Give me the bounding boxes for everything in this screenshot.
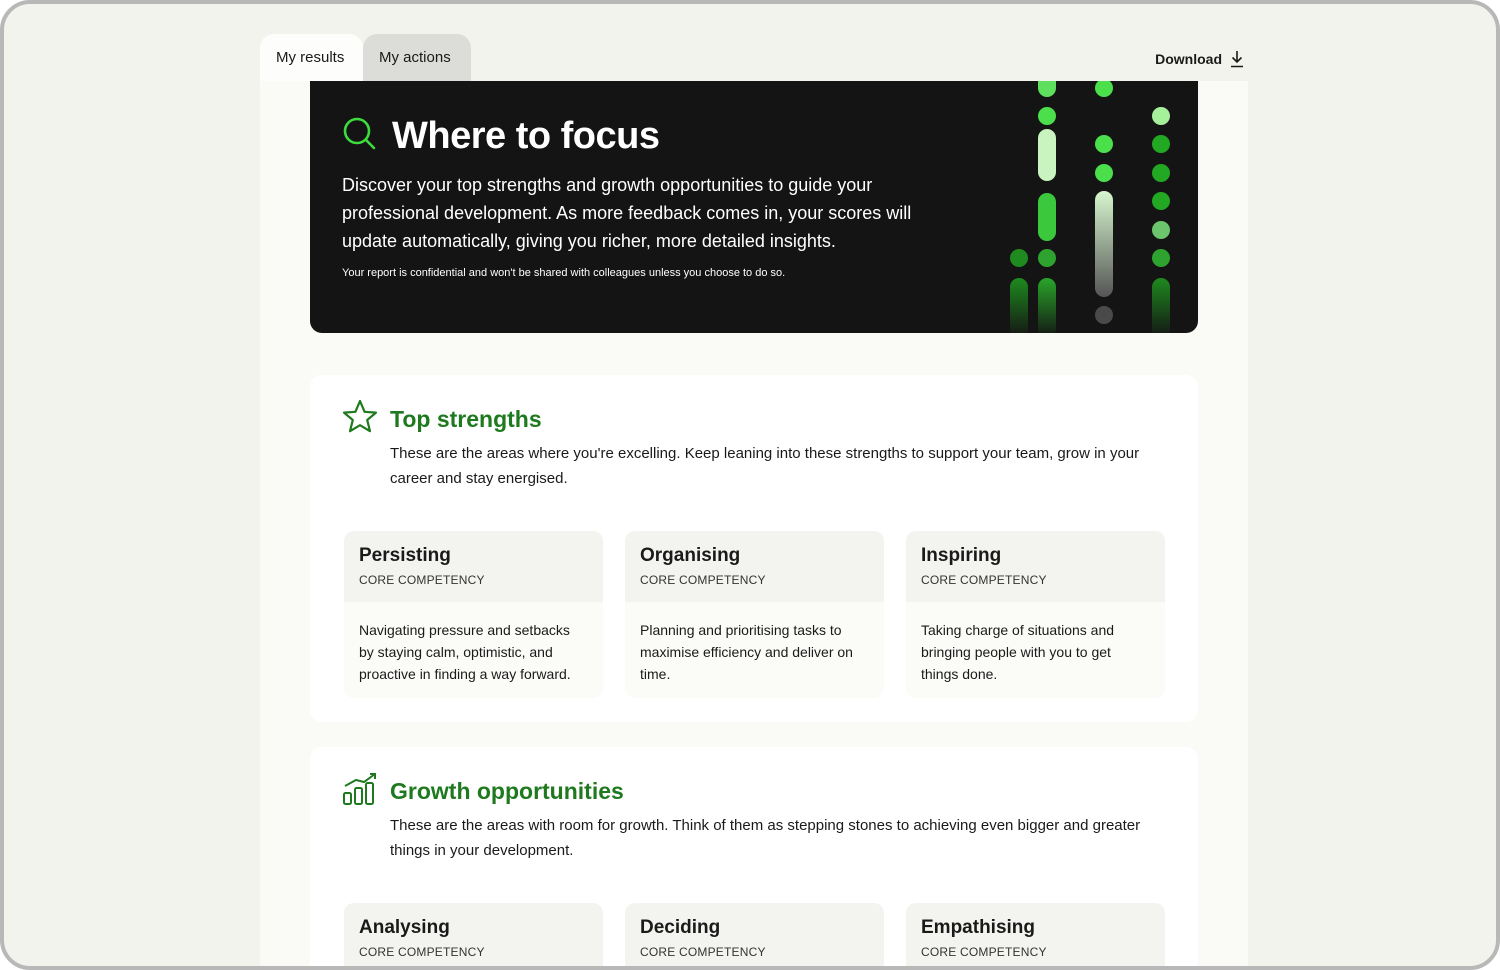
tab-my-results[interactable]: My results (260, 34, 363, 82)
card-subtitle: CORE COMPETENCY (640, 573, 766, 587)
hero-banner: Where to focus Discover your top strengt… (310, 81, 1198, 333)
growth-chart-icon (342, 771, 378, 812)
tab-bar: My results My actions Download (260, 34, 1248, 82)
download-button[interactable]: Download (1155, 48, 1244, 70)
growth-card-deciding[interactable]: Deciding CORE COMPETENCY (625, 903, 884, 966)
download-icon (1230, 50, 1244, 68)
growth-opportunities-section: Growth opportunities These are the areas… (310, 747, 1198, 966)
card-subtitle: CORE COMPETENCY (921, 945, 1047, 959)
search-icon (342, 116, 378, 157)
confidential-note: Your report is confidential and won't be… (342, 267, 786, 279)
card-body: Taking charge of situations and bringing… (921, 622, 1115, 682)
top-strengths-section: Top strengths These are the areas where … (310, 375, 1198, 722)
card-subtitle: CORE COMPETENCY (921, 573, 1047, 587)
star-icon (342, 399, 378, 440)
strength-cards: Persisting CORE COMPETENCY Navigating pr… (344, 531, 1165, 698)
card-title: Empathising (921, 917, 1036, 938)
growth-opportunities-title: Growth opportunities (390, 778, 624, 804)
card-header: Empathising CORE COMPETENCY (906, 903, 1165, 966)
top-strengths-description: These are the areas where you're excelli… (390, 445, 1140, 487)
card-body: Navigating pressure and setbacks by stay… (359, 622, 571, 682)
growth-cards: Analysing CORE COMPETENCY Deciding CORE … (344, 903, 1165, 966)
card-title: Inspiring (921, 545, 1002, 566)
card-header: Inspiring CORE COMPETENCY (906, 531, 1165, 602)
download-label: Download (1155, 51, 1222, 67)
strength-card-persisting[interactable]: Persisting CORE COMPETENCY Navigating pr… (344, 531, 603, 698)
card-header: Analysing CORE COMPETENCY (344, 903, 603, 966)
app-window: My results My actions Download Where to … (0, 0, 1500, 970)
decorative-dots-art (1010, 81, 1170, 333)
card-header: Persisting CORE COMPETENCY (344, 531, 603, 602)
growth-card-empathising[interactable]: Empathising CORE COMPETENCY (906, 903, 1165, 966)
card-subtitle: CORE COMPETENCY (359, 945, 485, 959)
tab-my-actions[interactable]: My actions (363, 34, 471, 82)
strength-card-organising[interactable]: Organising CORE COMPETENCY Planning and … (625, 531, 884, 698)
card-title: Deciding (640, 917, 721, 938)
card-title: Organising (640, 545, 741, 566)
card-header: Deciding CORE COMPETENCY (625, 903, 884, 966)
hero-description: Discover your top strengths and growth o… (342, 175, 912, 251)
card-subtitle: CORE COMPETENCY (640, 945, 766, 959)
card-body: Planning and prioritising tasks to maxim… (640, 622, 853, 682)
card-subtitle: CORE COMPETENCY (359, 573, 485, 587)
strength-card-inspiring[interactable]: Inspiring CORE COMPETENCY Taking charge … (906, 531, 1165, 698)
top-strengths-title: Top strengths (390, 406, 542, 432)
card-title: Analysing (359, 917, 450, 938)
card-title: Persisting (359, 545, 451, 566)
growth-opportunities-description: These are the areas with room for growth… (390, 817, 1141, 859)
results-page: Where to focus Discover your top strengt… (260, 81, 1248, 966)
growth-card-analysing[interactable]: Analysing CORE COMPETENCY (344, 903, 603, 966)
card-header: Organising CORE COMPETENCY (625, 531, 884, 602)
hero-title: Where to focus (392, 115, 660, 157)
